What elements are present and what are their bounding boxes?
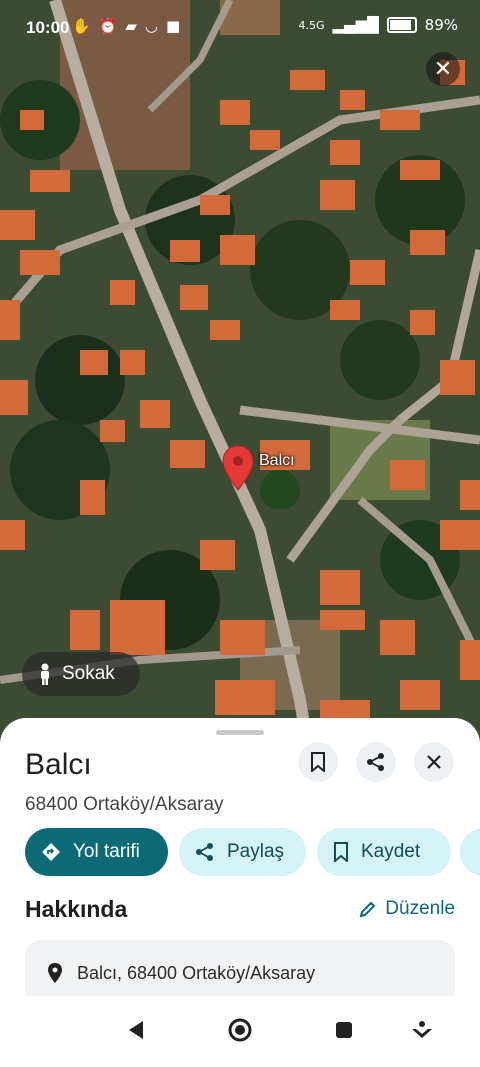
- street-view-button[interactable]: Sokak: [22, 652, 140, 696]
- close-icon: [427, 755, 441, 769]
- sheet-drag-handle[interactable]: [216, 730, 264, 735]
- app-icon: ■: [166, 17, 181, 35]
- bookmark-button[interactable]: [298, 742, 338, 782]
- share-button[interactable]: [356, 742, 396, 782]
- status-time: 10:00: [26, 18, 70, 37]
- place-title: Balcı: [25, 748, 92, 781]
- status-right: 4.5G ▂▄▆█ 89%: [298, 16, 458, 34]
- directions-button[interactable]: Yol tarifi: [25, 828, 168, 876]
- back-icon: [129, 1021, 143, 1039]
- share-icon: [367, 753, 384, 771]
- address-text: Balcı, 68400 Ortaköy/Aksaray: [77, 962, 316, 983]
- system-nav-bar: [0, 996, 480, 1067]
- nav-assistant-button[interactable]: [404, 1012, 440, 1048]
- map-pin-label: Balcı: [259, 452, 295, 469]
- alarm-icon: ⏰: [98, 17, 118, 35]
- person-icon: [41, 663, 49, 685]
- hand-icon: ✋: [72, 17, 91, 35]
- message-icon: ▰: [125, 17, 137, 35]
- map-close-button[interactable]: ✕: [426, 52, 460, 86]
- status-bar: 10:00 ✋ ⏰ ▰ ◡ ■ 4.5G ▂▄▆█ 89%: [0, 0, 480, 56]
- satellite-imagery: [0, 0, 480, 760]
- close-button[interactable]: [414, 742, 454, 782]
- save-chip[interactable]: Kaydet: [317, 828, 451, 876]
- more-chip[interactable]: [460, 828, 480, 876]
- signal-icon: ▂▄▆█: [332, 16, 379, 34]
- recents-icon: [336, 1022, 352, 1038]
- share-chip[interactable]: Paylaş: [179, 828, 306, 876]
- battery-level: [389, 20, 411, 30]
- nav-home-button[interactable]: [222, 1012, 258, 1048]
- street-view-label: Sokak: [62, 663, 115, 684]
- directions-label: Yol tarifi: [73, 841, 140, 862]
- assistant-icon: [412, 1021, 432, 1038]
- close-icon: ✕: [433, 56, 453, 82]
- pencil-icon: [359, 901, 376, 918]
- edit-button[interactable]: Düzenle: [359, 898, 455, 920]
- satellite-map[interactable]: [0, 0, 480, 760]
- place-address-short: 68400 Ortaköy/Aksaray: [25, 794, 224, 815]
- edit-label: Düzenle: [385, 898, 455, 919]
- share-icon: [196, 843, 213, 861]
- nav-back-button[interactable]: [118, 1012, 154, 1048]
- battery-icon: [386, 17, 417, 33]
- network-label: 4.5G: [298, 18, 325, 32]
- action-chips: Yol tarifi Paylaş Kaydet: [25, 828, 480, 878]
- about-heading: Hakkında: [25, 896, 128, 922]
- directions-icon: [42, 843, 60, 861]
- home-icon: [228, 1018, 252, 1042]
- status-notification-icons: ✋ ⏰ ▰ ◡ ■: [72, 17, 180, 35]
- bookmark-icon: [311, 752, 325, 772]
- location-pin-icon: [48, 963, 62, 983]
- share-label: Paylaş: [227, 841, 285, 862]
- battery-percent: 89%: [424, 16, 458, 34]
- save-label: Kaydet: [361, 841, 421, 862]
- bookmark-icon: [334, 842, 348, 862]
- nav-recents-button[interactable]: [326, 1012, 362, 1048]
- shield-icon: ◡: [144, 17, 159, 35]
